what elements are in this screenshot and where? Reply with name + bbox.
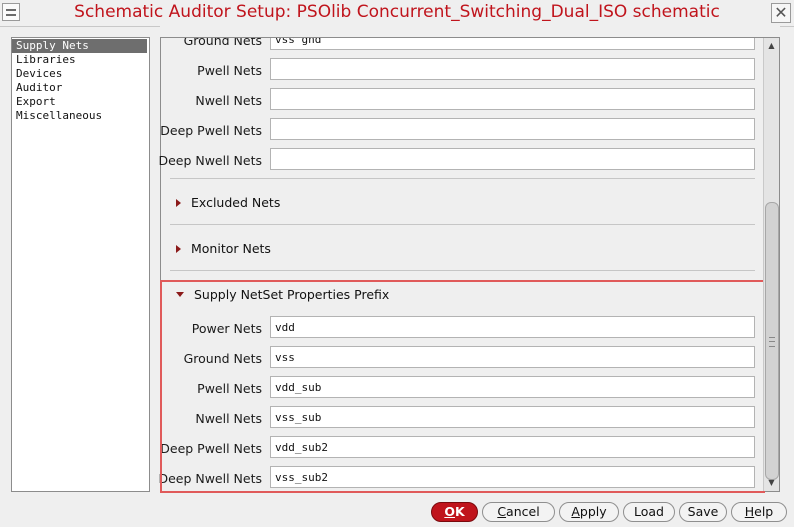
category-item-miscellaneous[interactable]: Miscellaneous <box>12 109 149 123</box>
expand-arrow-icon[interactable] <box>176 198 181 207</box>
scrollbar-thumb[interactable] <box>765 202 779 480</box>
deep-nwell-nets-input[interactable] <box>270 148 755 170</box>
scroll-down-icon[interactable]: ▼ <box>764 476 779 490</box>
grip-icon <box>769 337 775 347</box>
field-label: Pwell Nets <box>197 63 262 78</box>
divider <box>170 178 755 179</box>
field-label: Deep Nwell Nets <box>158 153 262 168</box>
title-bar: Schematic Auditor Setup: PSOlib Concurre… <box>0 0 794 27</box>
button-bar: OK Cancel Apply Load Save Help <box>0 500 794 526</box>
field-label: Deep Pwell Nets <box>160 123 262 138</box>
save-button[interactable]: Save <box>679 502 727 522</box>
scroll-up-icon[interactable]: ▲ <box>764 39 779 53</box>
help-button[interactable]: Help <box>731 502 787 522</box>
cancel-button[interactable]: Cancel <box>482 502 555 522</box>
window-title: Schematic Auditor Setup: PSOlib Concurre… <box>74 2 720 22</box>
pwell-nets-input[interactable] <box>270 58 755 80</box>
divider <box>170 224 755 225</box>
highlight-box <box>160 280 765 493</box>
excluded-nets-section[interactable]: Excluded Nets <box>176 195 280 213</box>
section-label: Excluded Nets <box>191 195 281 210</box>
vertical-scrollbar[interactable]: ▲ ▼ <box>763 38 779 491</box>
section-label: Monitor Nets <box>191 241 271 256</box>
ok-button[interactable]: OK <box>431 502 478 522</box>
apply-button[interactable]: Apply <box>559 502 619 522</box>
load-button[interactable]: Load <box>623 502 675 522</box>
close-button[interactable]: ✕ <box>771 3 791 23</box>
expand-arrow-icon[interactable] <box>176 244 181 253</box>
field-label: Nwell Nets <box>195 93 262 108</box>
nwell-nets-input[interactable] <box>270 88 755 110</box>
deep-pwell-nets-input[interactable] <box>270 118 755 140</box>
monitor-nets-section[interactable]: Monitor Nets <box>176 241 271 259</box>
divider <box>170 270 755 271</box>
